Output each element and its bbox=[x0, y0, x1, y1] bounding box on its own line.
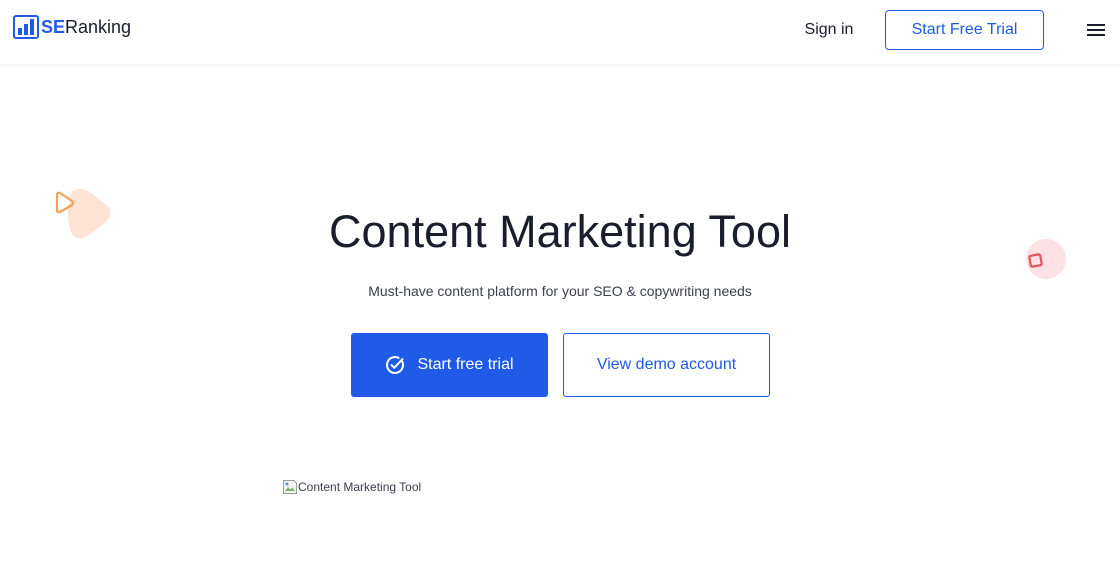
start-free-trial-button[interactable]: Start free trial bbox=[351, 333, 548, 397]
view-demo-account-button[interactable]: View demo account bbox=[563, 333, 770, 397]
start-free-trial-header-button[interactable]: Start Free Trial bbox=[885, 10, 1044, 50]
page-subtitle: Must-have content platform for your SEO … bbox=[368, 283, 752, 299]
se-ranking-logo[interactable]: SE Ranking bbox=[13, 15, 131, 39]
image-alt-text: Content Marketing Tool bbox=[298, 480, 422, 494]
start-free-trial-label: Start free trial bbox=[417, 356, 514, 373]
broken-image-icon bbox=[283, 480, 297, 494]
menu-button[interactable] bbox=[1084, 18, 1108, 42]
logo-wordmark: SE Ranking bbox=[41, 15, 131, 39]
site-header: SE Ranking Sign in Start Free Trial bbox=[0, 0, 1120, 64]
hamburger-menu-icon bbox=[1087, 24, 1105, 36]
check-circle-icon bbox=[386, 356, 405, 374]
logo-se: SE bbox=[41, 17, 66, 37]
logo-ranking: Ranking bbox=[65, 17, 132, 37]
content-marketing-tool-image: Content Marketing Tool bbox=[282, 478, 421, 496]
sign-in-link[interactable]: Sign in bbox=[790, 18, 868, 42]
bar-chart-logo-icon bbox=[13, 15, 39, 39]
page-title: Content Marketing Tool bbox=[329, 206, 791, 257]
